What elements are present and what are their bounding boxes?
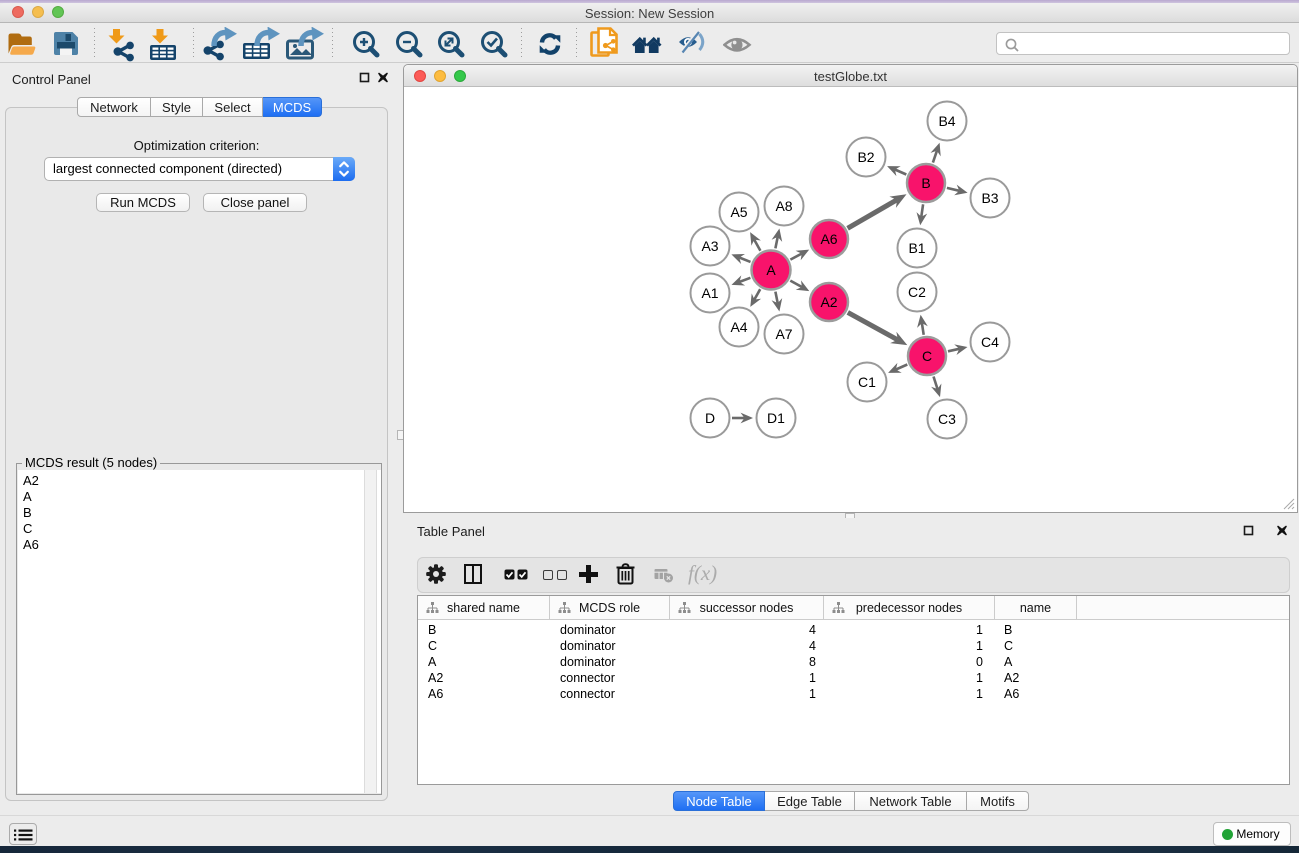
svg-text:A8: A8 (775, 198, 792, 214)
svg-text:B3: B3 (981, 190, 998, 206)
svg-text:A4: A4 (730, 319, 747, 335)
svg-text:C4: C4 (981, 334, 999, 350)
svg-text:B2: B2 (857, 149, 874, 165)
svg-text:A5: A5 (730, 204, 747, 220)
svg-text:C3: C3 (938, 411, 956, 427)
svg-text:A2: A2 (820, 294, 837, 310)
svg-text:C2: C2 (908, 284, 926, 300)
svg-text:D: D (705, 410, 715, 426)
svg-text:A3: A3 (701, 238, 718, 254)
svg-text:A: A (766, 262, 776, 278)
svg-text:A7: A7 (775, 326, 792, 342)
svg-text:C: C (922, 348, 932, 364)
svg-text:B1: B1 (908, 240, 925, 256)
svg-text:C1: C1 (858, 374, 876, 390)
svg-text:B4: B4 (938, 113, 955, 129)
svg-text:A1: A1 (701, 285, 718, 301)
svg-text:B: B (921, 175, 930, 191)
svg-text:D1: D1 (767, 410, 785, 426)
svg-text:A6: A6 (820, 231, 837, 247)
